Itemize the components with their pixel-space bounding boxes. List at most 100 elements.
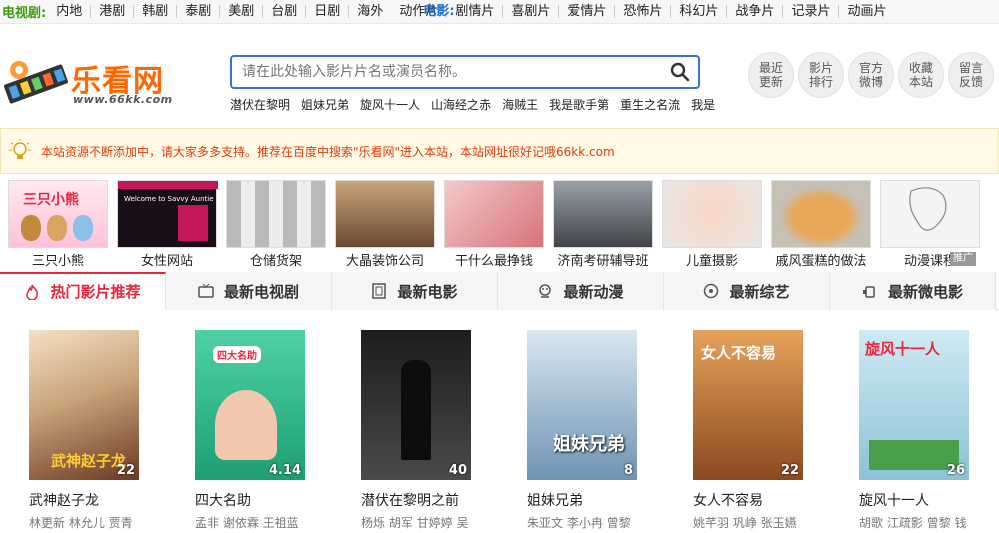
hot-search-words: 潜伏在黎明 姐妹兄弟 旋风十一人 山海经之赤 海贼王 我是歌手第 重生之名流 我… xyxy=(230,96,726,113)
tv-nav-item[interactable]: 港剧 xyxy=(91,5,135,18)
ad-caption: 大晶装饰公司 xyxy=(345,254,424,269)
movie-nav-item[interactable]: 爱情片 xyxy=(559,5,616,18)
ad-item[interactable]: 动漫课程 推广 xyxy=(880,180,980,269)
logo-url: www.66kk.com xyxy=(73,93,173,106)
movie-nav-item[interactable]: 动画片 xyxy=(839,5,894,18)
hot-word-link[interactable]: 山海经之赤 xyxy=(431,96,491,113)
ad-item[interactable]: 大晶装饰公司 xyxy=(335,180,435,269)
episode-badge: 22 xyxy=(780,463,799,478)
recent-updates-button[interactable]: 最近更新 xyxy=(748,52,794,98)
tv-nav-item[interactable]: 海外 xyxy=(349,5,391,18)
tab-label: 最新综艺 xyxy=(729,282,790,301)
movie-title[interactable]: 姐妹兄弟 xyxy=(527,490,583,510)
tab-label: 最新电影 xyxy=(397,282,458,301)
header-quick-buttons: 最近更新 影片排行 官方微博 收藏本站 留言反馈 xyxy=(748,52,998,98)
hot-word-link[interactable]: 我是 xyxy=(691,96,715,113)
ad-caption: 女性网站 xyxy=(140,254,193,269)
ad-thumbnail xyxy=(662,180,762,248)
movie-nav-label: 电影: xyxy=(423,4,455,19)
tab-latest-movies[interactable]: 最新电影 xyxy=(332,272,498,310)
ad-item[interactable]: 儿童摄影 xyxy=(662,180,762,269)
movie-poster[interactable]: 女人不容易 22 xyxy=(693,330,803,480)
movie-poster[interactable]: 四大名助 4.14 xyxy=(195,330,305,480)
movie-ranking-button[interactable]: 影片排行 xyxy=(798,52,844,98)
poster-title-art: 武神赵子龙 xyxy=(51,452,127,470)
tab-hot-movies[interactable]: 热门影片推荐 xyxy=(0,272,166,310)
movie-cast: 朱亚文 李小冉 曾黎 xyxy=(527,516,631,530)
tab-label: 最新电视剧 xyxy=(223,282,299,301)
official-weibo-button[interactable]: 官方微博 xyxy=(848,52,894,98)
search-box xyxy=(230,55,700,89)
notice-text: 本站资源不断添加中，请大家多多支持。推荐在百度中搜索"乐看网"进入本站，本站网址… xyxy=(41,144,615,159)
character-icon xyxy=(539,284,552,298)
button-label: 收藏本站 xyxy=(908,61,933,89)
tv-nav-item[interactable]: 韩剧 xyxy=(134,5,178,18)
ad-thumbnail xyxy=(226,180,326,248)
hot-word-link[interactable]: 潜伏在黎明 xyxy=(230,96,290,113)
ad-thumbnail xyxy=(880,180,980,248)
movie-title[interactable]: 旋风十一人 xyxy=(859,490,929,510)
movie-poster[interactable]: 姐妹兄弟 8 xyxy=(527,330,637,480)
tab-latest-variety[interactable]: 最新综艺 xyxy=(664,272,830,310)
ad-item[interactable]: 仓储货架 xyxy=(226,180,326,269)
ad-item[interactable]: 戚风蛋糕的做法 xyxy=(771,180,871,269)
movie-nav-item[interactable]: 战争片 xyxy=(727,5,784,18)
hot-word-link[interactable]: 我是歌手第 xyxy=(549,96,609,113)
movie-title[interactable]: 四大名助 xyxy=(195,490,251,510)
movie-nav-item[interactable]: 记录片 xyxy=(783,5,840,18)
tv-nav-item[interactable]: 日剧 xyxy=(306,5,350,18)
ad-item[interactable]: 干什么最挣钱 xyxy=(444,180,544,269)
poster-title-art: 旋风十一人 xyxy=(865,340,941,358)
search-icon[interactable] xyxy=(670,62,690,82)
movie-title[interactable]: 女人不容易 xyxy=(693,490,763,510)
episode-badge: 8 xyxy=(623,463,633,478)
ad-item[interactable]: 三只小熊 三只小熊 xyxy=(8,180,108,269)
ad-caption: 戚风蛋糕的做法 xyxy=(775,254,867,269)
ad-caption: 仓储货架 xyxy=(249,254,302,269)
movie-poster[interactable]: 旋风十一人 26 xyxy=(859,330,969,480)
disc-icon xyxy=(704,283,719,299)
movie-poster[interactable]: 武神赵子龙 22 xyxy=(29,330,139,480)
site-logo[interactable]: 乐看网 www.66kk.com xyxy=(3,52,203,112)
button-label: 官方微博 xyxy=(858,61,883,89)
tv-nav-item[interactable]: 美剧 xyxy=(220,5,264,18)
tab-latest-anime[interactable]: 最新动漫 xyxy=(498,272,664,310)
ad-thumb-text: 三只小熊 xyxy=(23,192,79,208)
promo-ads-strip: 三只小熊 三只小熊 Welcome to Savvy Auntie 女性网站 仓… xyxy=(0,180,999,269)
bookmark-site-button[interactable]: 收藏本站 xyxy=(898,52,944,98)
tab-label: 最新微电影 xyxy=(887,282,963,301)
movie-title[interactable]: 武神赵子龙 xyxy=(29,490,99,510)
tab-latest-micro-films[interactable]: 最新微电影 xyxy=(830,272,996,310)
tv-nav-item[interactable]: 台剧 xyxy=(263,5,307,18)
hot-word-link[interactable]: 姐妹兄弟 xyxy=(301,96,349,113)
movie-nav-item[interactable]: 科幻片 xyxy=(671,5,728,18)
ad-caption: 济南考研辅导班 xyxy=(557,254,649,269)
ad-thumbnail xyxy=(553,180,653,248)
tv-nav-item[interactable]: 泰剧 xyxy=(177,5,221,18)
film-reel-icon xyxy=(4,61,68,104)
movie-nav-group: 电影: 动作片 剧情片 喜剧片 爱情片 恐怖片 科幻片 战争片 记录片 动画片 xyxy=(391,4,894,19)
top-category-nav: 电视剧: 内地 港剧 韩剧 泰剧 美剧 台剧 日剧 海外 电影: 动作片 剧情片… xyxy=(0,0,999,24)
movie-title[interactable]: 潜伏在黎明之前 xyxy=(361,490,459,510)
tab-latest-tv[interactable]: 最新电视剧 xyxy=(166,272,332,310)
camera-icon xyxy=(862,286,875,298)
tv-nav-item[interactable]: 内地 xyxy=(48,5,92,18)
movie-nav-item[interactable]: 恐怖片 xyxy=(615,5,672,18)
ad-item[interactable]: Welcome to Savvy Auntie 女性网站 xyxy=(117,180,218,269)
movie-cast: 胡歌 江疏影 曾黎 钱 xyxy=(859,516,967,530)
button-label: 留言反馈 xyxy=(958,61,983,89)
movie-cast: 孟非 谢依霖 王祖蓝 xyxy=(195,516,299,530)
episode-badge: 4.14 xyxy=(268,463,301,478)
search-input[interactable] xyxy=(232,57,652,87)
movie-poster[interactable]: 40 xyxy=(361,330,471,480)
hot-word-link[interactable]: 重生之名流 xyxy=(620,96,680,113)
movie-grid: 武神赵子龙 22 武神赵子龙 林更新 林允儿 贾青 四大名助 4.14 四大名助… xyxy=(0,330,999,533)
ad-item[interactable]: 济南考研辅导班 xyxy=(553,180,653,269)
hot-word-link[interactable]: 旋风十一人 xyxy=(360,96,420,113)
ad-caption: 儿童摄影 xyxy=(685,254,738,269)
hot-word-link[interactable]: 海贼王 xyxy=(502,96,538,113)
ad-thumb-text: Welcome to Savvy Auntie xyxy=(124,195,214,203)
ad-thumbnail xyxy=(771,180,871,248)
feedback-button[interactable]: 留言反馈 xyxy=(948,52,994,98)
movie-cast: 杨烁 胡军 甘婷婷 吴 xyxy=(361,516,469,530)
